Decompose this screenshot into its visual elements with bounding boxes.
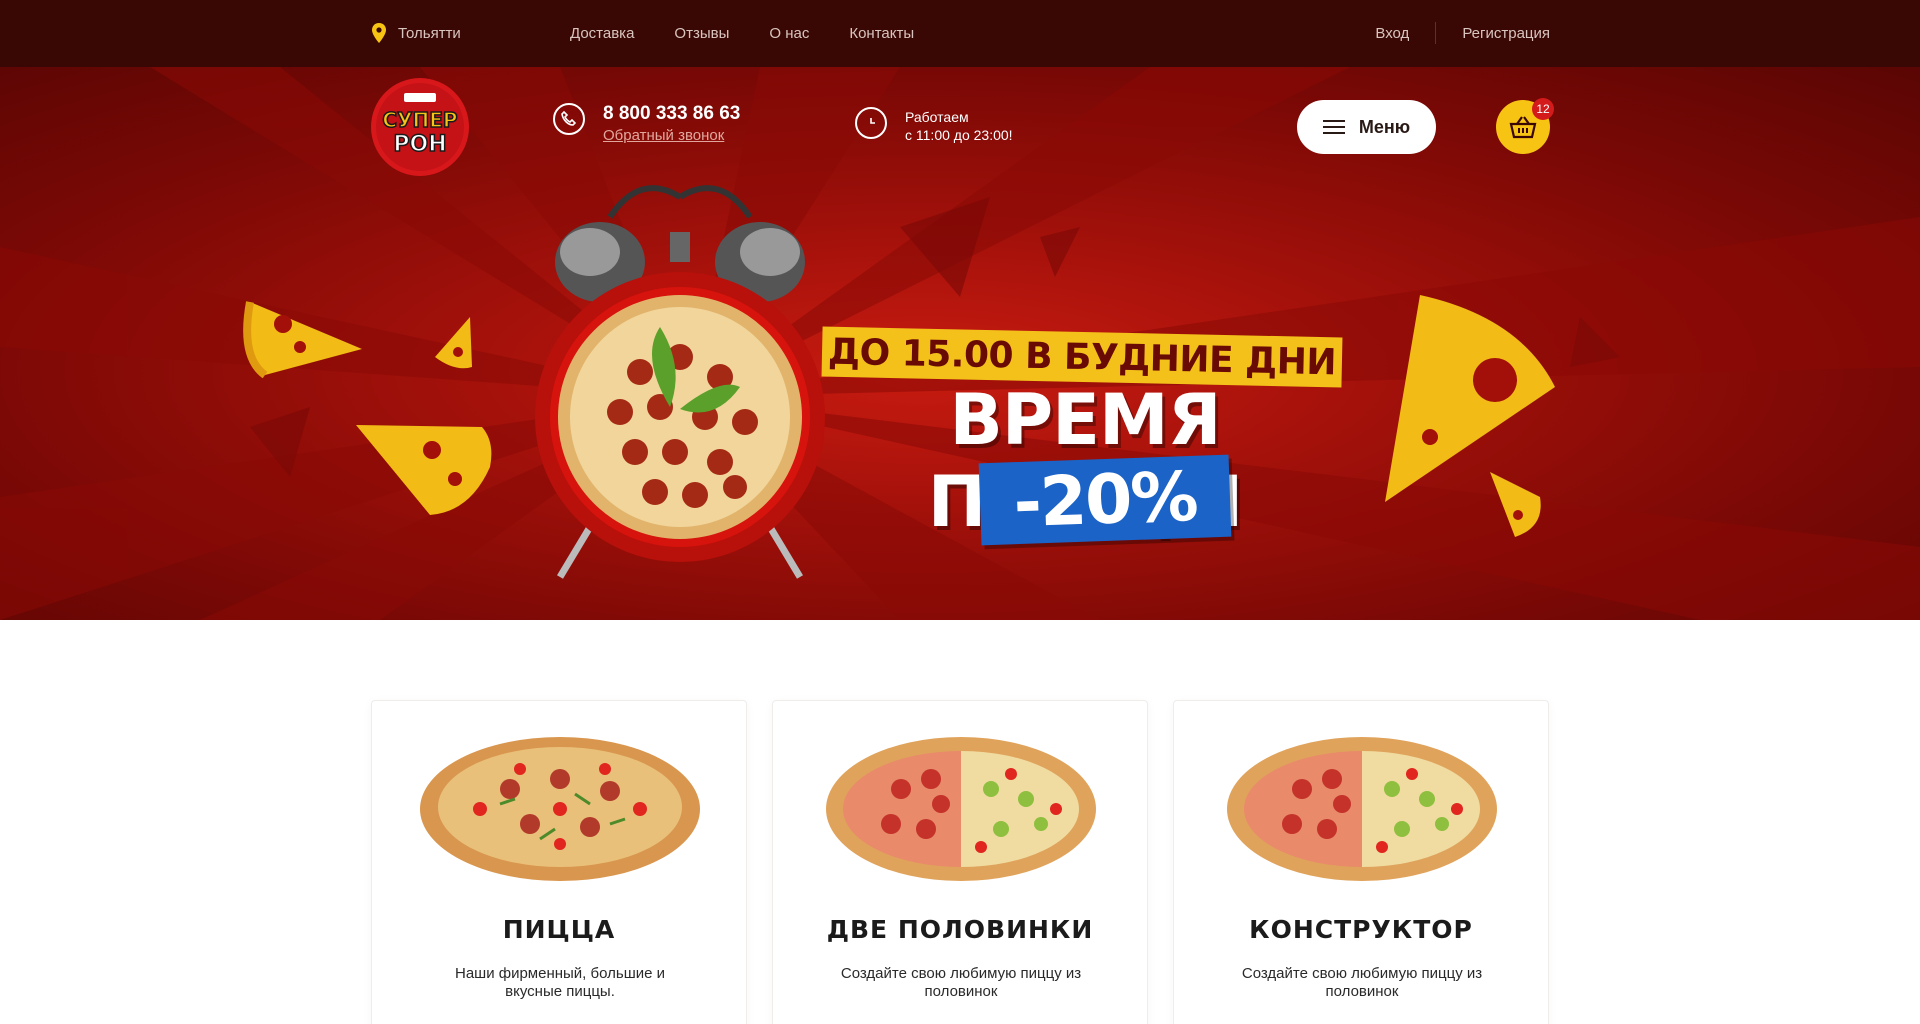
- nav-reviews[interactable]: Отзывы: [674, 25, 729, 42]
- alarm-clock-pizza-image: [535, 185, 825, 579]
- cart-button[interactable]: 12: [1496, 98, 1554, 154]
- menu-button[interactable]: Меню: [1297, 100, 1436, 154]
- category-card-two-halves[interactable]: ДВЕ ПОЛОВИНКИ Создайте свою любимую пицц…: [772, 700, 1148, 1024]
- basket-icon: [1509, 116, 1537, 139]
- half-pizza-image: [826, 737, 1096, 881]
- hours-block: Работаем с 11:00 до 23:00!: [855, 107, 1013, 144]
- card-description: Создайте свою любимую пиццу из половинок: [840, 965, 1082, 1000]
- nav-about[interactable]: О нас: [769, 25, 809, 42]
- card-title: КОНСТРУКТОР: [1249, 915, 1473, 944]
- city-label: Тольятти: [398, 24, 461, 42]
- pizza-image: [420, 737, 700, 881]
- phone-block: 8 800 333 86 63 Обратный звонок: [553, 103, 740, 144]
- phone-icon: [553, 103, 585, 135]
- top-bar: Тольятти Доставка Отзывы О нас Контакты …: [0, 0, 1920, 67]
- callback-link[interactable]: Обратный звонок: [603, 127, 740, 144]
- top-nav: Доставка Отзывы О нас Контакты: [570, 25, 914, 42]
- hamburger-icon: [1322, 120, 1345, 134]
- promo-line-1: ДО 15.00 В БУДНИЕ ДНИ: [827, 331, 1337, 383]
- auth-links: Вход Регистрация: [1375, 22, 1550, 44]
- promo-discount-badge: -20%: [978, 454, 1232, 546]
- brand-logo[interactable]: СУПЕР РОН: [370, 77, 470, 177]
- city-selector[interactable]: Тольятти: [372, 23, 461, 43]
- constructor-pizza-image: [1227, 737, 1497, 881]
- menu-label: Меню: [1358, 116, 1411, 137]
- svg-text:СУПЕР: СУПЕР: [382, 108, 457, 132]
- hero-banner[interactable]: СУПЕР РОН 8 800 333 86 63 Обратный звоно…: [0, 67, 1920, 620]
- svg-text:РОН: РОН: [393, 132, 446, 157]
- card-title: ДВЕ ПОЛОВИНКИ: [826, 915, 1094, 944]
- category-cards: ПИЦЦА Наши фирменный, большие и вкусные …: [371, 700, 1550, 1024]
- location-pin-icon: [372, 23, 386, 43]
- nav-contacts[interactable]: Контакты: [849, 25, 914, 42]
- clock-icon: [855, 107, 887, 139]
- promo-discount: -20%: [1012, 457, 1198, 543]
- cart-count-badge: 12: [1532, 98, 1554, 120]
- auth-divider: [1435, 22, 1437, 44]
- card-description: Создайте свою любимую пиццу из половинок: [1241, 965, 1483, 1000]
- register-link[interactable]: Регистрация: [1462, 25, 1550, 42]
- phone-number[interactable]: 8 800 333 86 63: [603, 103, 740, 125]
- hours-line-2: с 11:00 до 23:00!: [905, 127, 1013, 143]
- card-description: Наши фирменный, большие и вкусные пиццы.: [454, 965, 665, 1000]
- hours-line-1: Работаем: [905, 109, 969, 125]
- card-title: ПИЦЦА: [502, 915, 616, 944]
- nav-delivery[interactable]: Доставка: [570, 25, 634, 42]
- category-card-constructor[interactable]: КОНСТРУКТОР Создайте свою любимую пиццу …: [1173, 700, 1549, 1024]
- category-card-pizza[interactable]: ПИЦЦА Наши фирменный, большие и вкусные …: [371, 700, 747, 1024]
- login-link[interactable]: Вход: [1375, 25, 1409, 42]
